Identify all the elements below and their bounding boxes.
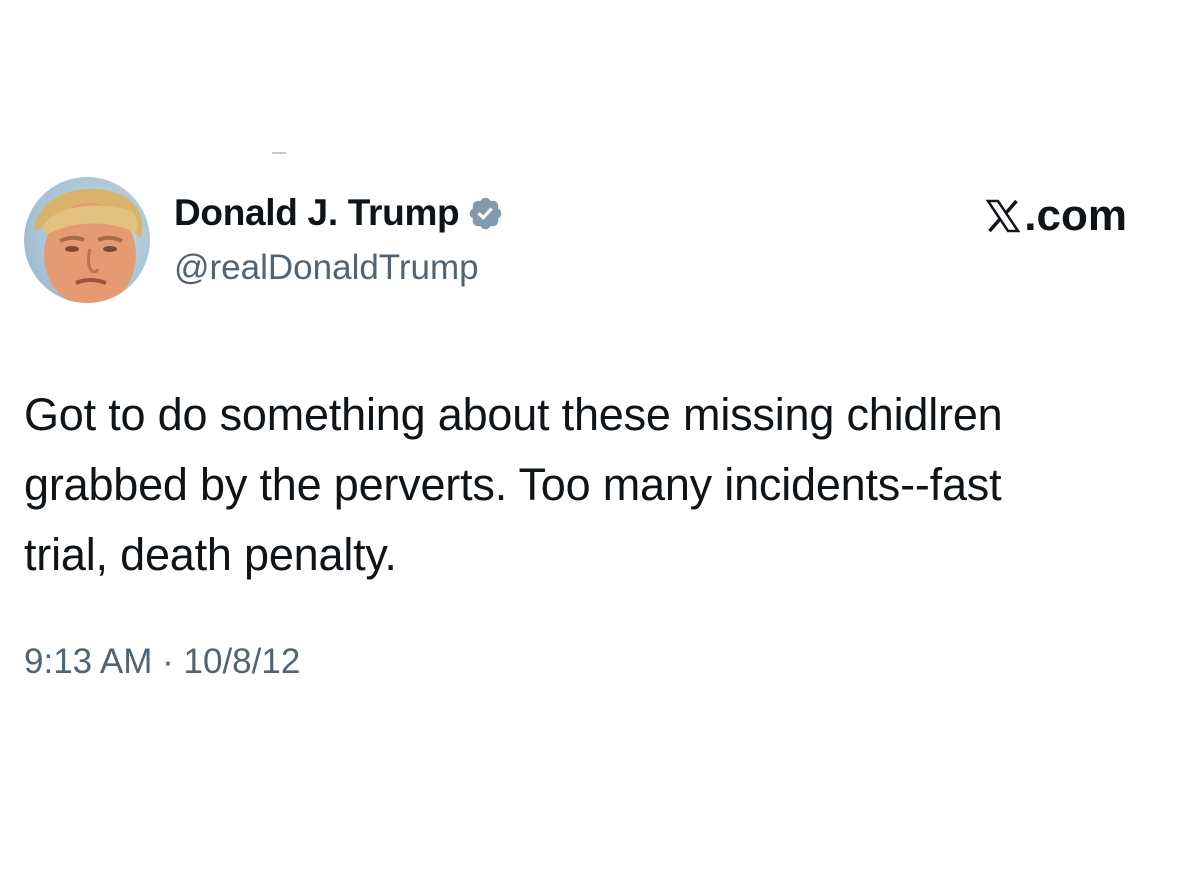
x-logo-icon: [985, 199, 1021, 233]
display-name-row[interactable]: Donald J. Trump: [174, 192, 504, 234]
tweet-text-line: trial, death penalty.: [24, 529, 397, 580]
tweet-text: Got to do something about these missing …: [24, 380, 1134, 590]
user-handle[interactable]: @realDonaldTrump: [174, 248, 479, 288]
brand-label: .com: [984, 191, 1127, 241]
tweet-text-line: grabbed by the perverts. Too many incide…: [24, 459, 1002, 510]
verified-badge-icon: [470, 197, 502, 229]
avatar[interactable]: [24, 177, 150, 303]
avatar-portrait-icon: [24, 188, 150, 303]
tweet-card: Donald J. Trump @realDonaldTrump .com Go…: [0, 0, 1179, 870]
tweet-text-line: Got to do something about these missing …: [24, 389, 1003, 440]
display-name[interactable]: Donald J. Trump: [174, 192, 460, 234]
brand-domain: .com: [1024, 191, 1127, 240]
tweet-timestamp[interactable]: 9:13 AM · 10/8/12: [24, 642, 300, 682]
